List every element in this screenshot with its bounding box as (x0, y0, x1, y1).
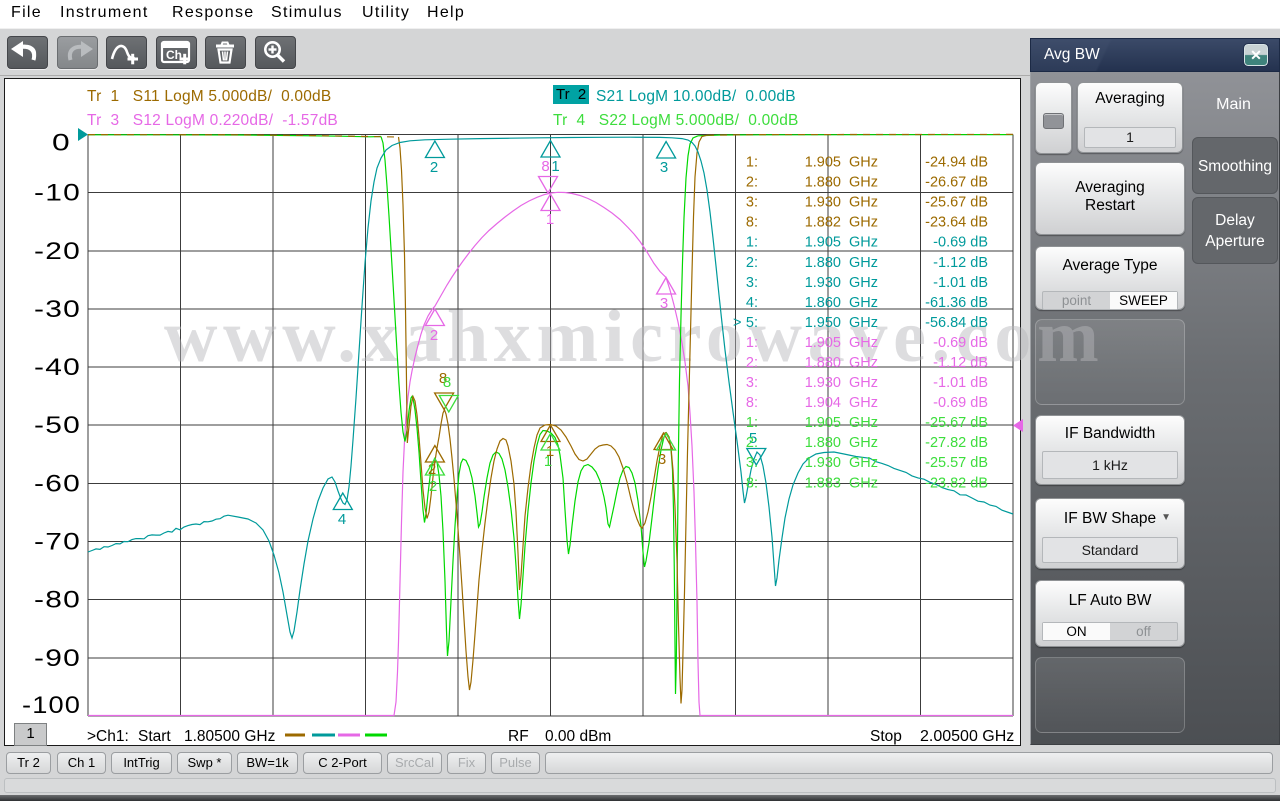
svg-text:-25.57 dB: -25.57 dB (925, 455, 988, 471)
svg-text:2:: 2: (746, 435, 758, 451)
svg-text:1.880: 1.880 (805, 435, 841, 451)
svg-text:1.905: 1.905 (805, 235, 841, 251)
svg-text:1.905: 1.905 (805, 415, 841, 431)
svg-text:GHz: GHz (849, 295, 878, 311)
svg-text:1:: 1: (746, 155, 758, 171)
svg-text:GHz: GHz (849, 415, 878, 431)
svg-text:GHz: GHz (849, 235, 878, 251)
svg-text:1.860: 1.860 (805, 295, 841, 311)
svg-text:-0.69 dB: -0.69 dB (933, 335, 988, 351)
svg-text:-25.67 dB: -25.67 dB (925, 415, 988, 431)
svg-text:GHz: GHz (849, 195, 878, 211)
svg-text:4:: 4: (746, 295, 758, 311)
svg-text:GHz: GHz (849, 455, 878, 471)
svg-text:3:: 3: (746, 195, 758, 211)
svg-text:>: > (733, 315, 741, 331)
svg-text:3:: 3: (746, 455, 758, 471)
svg-text:1:: 1: (746, 335, 758, 351)
svg-text:2:: 2: (746, 175, 758, 191)
svg-text:1.904: 1.904 (805, 395, 841, 411)
svg-text:1.880: 1.880 (805, 355, 841, 371)
svg-text:1.905: 1.905 (805, 155, 841, 171)
svg-text:GHz: GHz (849, 215, 878, 231)
svg-text:GHz: GHz (849, 335, 878, 351)
svg-text:-1.12 dB: -1.12 dB (933, 355, 988, 371)
svg-text:1.930: 1.930 (805, 195, 841, 211)
svg-text:1.905: 1.905 (805, 335, 841, 351)
svg-text:GHz: GHz (849, 475, 878, 491)
svg-text:8:: 8: (746, 215, 758, 231)
svg-text:1.930: 1.930 (805, 455, 841, 471)
svg-text:GHz: GHz (849, 375, 878, 391)
svg-text:1:: 1: (746, 415, 758, 431)
svg-text:-61.36 dB: -61.36 dB (925, 295, 988, 311)
svg-text:1.880: 1.880 (805, 175, 841, 191)
svg-text:8:: 8: (746, 475, 758, 491)
svg-text:-0.69 dB: -0.69 dB (933, 235, 988, 251)
svg-text:1.950: 1.950 (805, 315, 841, 331)
svg-text:-23.64 dB: -23.64 dB (925, 215, 988, 231)
svg-text:GHz: GHz (849, 315, 878, 331)
svg-text:3:: 3: (746, 275, 758, 291)
svg-text:-24.94 dB: -24.94 dB (925, 155, 988, 171)
svg-text:1.883: 1.883 (805, 475, 841, 491)
svg-text:1:: 1: (746, 235, 758, 251)
svg-text:GHz: GHz (849, 355, 878, 371)
svg-text:GHz: GHz (849, 255, 878, 271)
svg-text:-26.67 dB: -26.67 dB (925, 175, 988, 191)
svg-text:-0.69 dB: -0.69 dB (933, 395, 988, 411)
svg-text:2:: 2: (746, 355, 758, 371)
svg-text:-25.67 dB: -25.67 dB (925, 195, 988, 211)
svg-text:2:: 2: (746, 255, 758, 271)
svg-text:1.880: 1.880 (805, 255, 841, 271)
svg-text:GHz: GHz (849, 175, 878, 191)
svg-text:GHz: GHz (849, 435, 878, 451)
svg-text:-56.84 dB: -56.84 dB (925, 315, 988, 331)
svg-text:-27.82 dB: -27.82 dB (925, 435, 988, 451)
svg-text:5:: 5: (746, 315, 758, 331)
svg-text:-1.01 dB: -1.01 dB (933, 275, 988, 291)
svg-text:-23.82 dB: -23.82 dB (925, 475, 988, 491)
svg-text:GHz: GHz (849, 275, 878, 291)
svg-text:GHz: GHz (849, 395, 878, 411)
svg-text:1.930: 1.930 (805, 375, 841, 391)
svg-text:1.882: 1.882 (805, 215, 841, 231)
svg-text:1.930: 1.930 (805, 275, 841, 291)
svg-text:8:: 8: (746, 395, 758, 411)
svg-text:-1.12 dB: -1.12 dB (933, 255, 988, 271)
svg-text:3:: 3: (746, 375, 758, 391)
svg-text:-1.01 dB: -1.01 dB (933, 375, 988, 391)
svg-text:GHz: GHz (849, 155, 878, 171)
